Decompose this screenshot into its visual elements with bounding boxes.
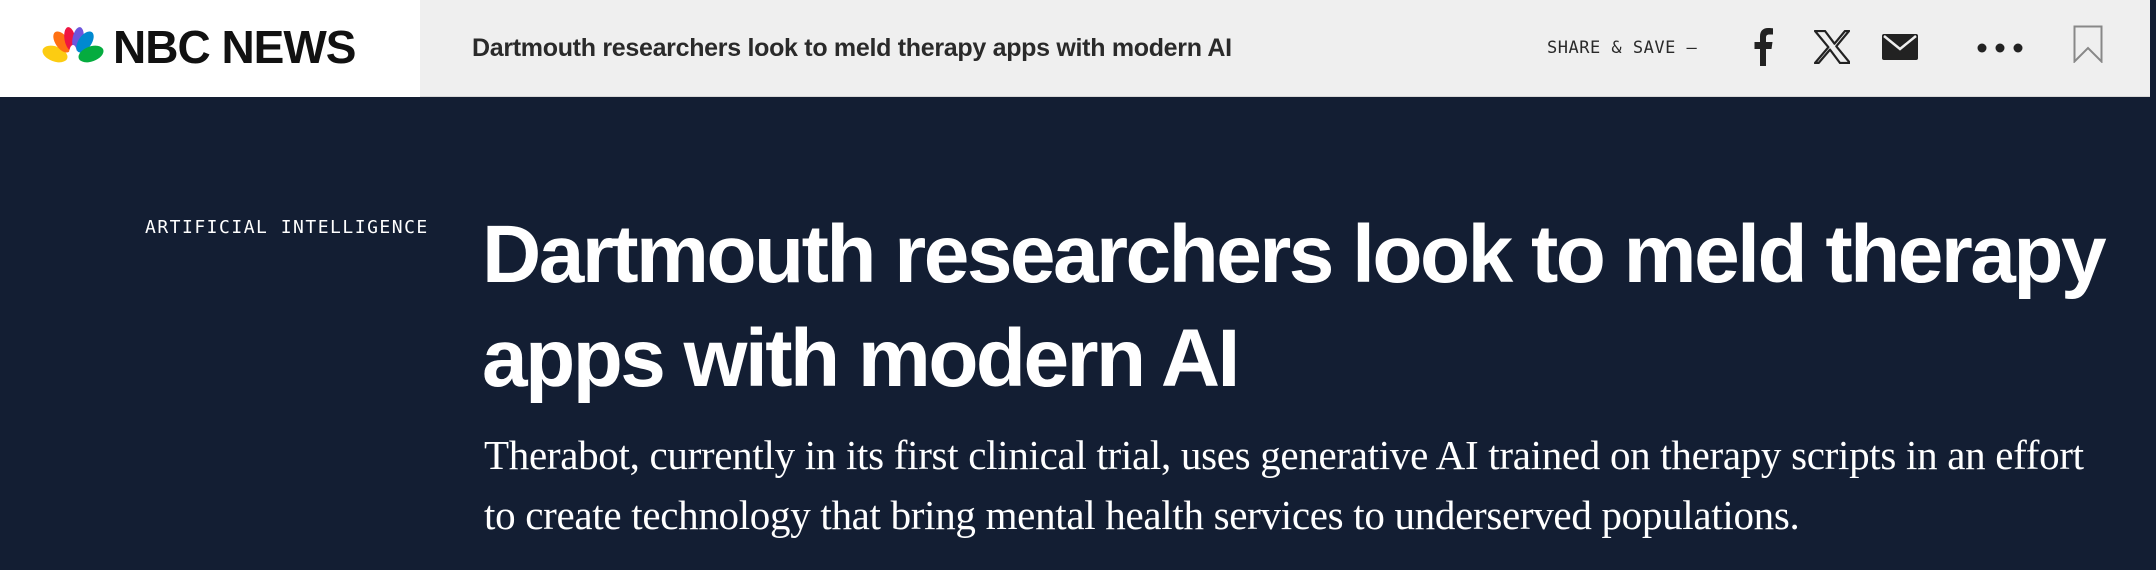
more-dots-icon (1977, 43, 2023, 53)
article-dek: Therabot, currently in its first clinica… (484, 432, 2084, 538)
mail-icon (1882, 34, 1918, 60)
email-share-button[interactable] (1877, 28, 1923, 66)
x-icon (1814, 30, 1850, 64)
nbc-news-logo-link[interactable]: NBC NEWS (0, 0, 420, 97)
sticky-article-title: Dartmouth researchers look to meld thera… (472, 34, 1232, 62)
more-options-button[interactable] (1972, 30, 2028, 66)
facebook-share-button[interactable] (1745, 22, 1781, 72)
nbc-peacock-icon (42, 27, 104, 63)
share-save-label: SHARE & SAVE — (1547, 38, 1698, 58)
bookmark-icon (2073, 25, 2103, 63)
save-bookmark-button[interactable] (2068, 20, 2108, 68)
x-share-button[interactable] (1810, 25, 1854, 69)
article-headline: Dartmouth researchers look to meld thera… (482, 209, 2107, 404)
section-label-link[interactable]: ARTIFICIAL INTELLIGENCE (145, 215, 429, 241)
sticky-header: NBC NEWS Dartmouth researchers look to m… (0, 0, 2150, 97)
brand-wordmark: NBC NEWS (113, 21, 356, 73)
facebook-icon (1754, 28, 1773, 66)
